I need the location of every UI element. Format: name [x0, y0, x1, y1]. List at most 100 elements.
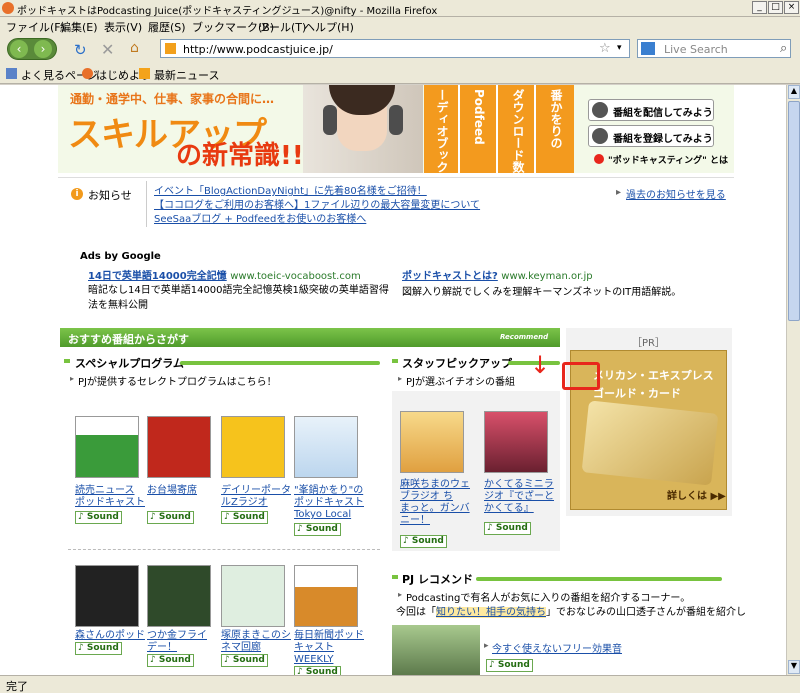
- past-notices-link[interactable]: 過去のお知らせを見る: [626, 186, 726, 201]
- program-link-odaiba[interactable]: お台場寄席: [147, 485, 197, 497]
- notice-link-3[interactable]: SeeSaaブログ + Podfeedをお使いのお客様へ: [154, 210, 366, 225]
- menu-file[interactable]: ファイル(F): [6, 19, 65, 35]
- home-icon[interactable]: ⌂: [130, 40, 139, 56]
- search-engine-icon[interactable]: [641, 42, 655, 55]
- sound-button-tokyo-local[interactable]: ♪ Sound: [294, 523, 341, 536]
- program-thumb-mainichi[interactable]: [294, 565, 358, 627]
- bookmark-star-icon[interactable]: ☆: [599, 41, 611, 56]
- pjrec-line: [476, 577, 722, 581]
- staff-sub-icon: ▸: [398, 374, 403, 383]
- program-thumb-cinema[interactable]: [221, 565, 285, 627]
- program-thumb-tokyo-local[interactable]: [294, 416, 358, 478]
- recommend-badge: Recommend: [500, 333, 549, 341]
- pr-more-link[interactable]: 詳しくは ▶▶: [667, 487, 726, 502]
- program-link-tokyo-local[interactable]: "峯鍋かをり"の ポッドキャスト Tokyo Local: [294, 485, 364, 521]
- ad-1-title[interactable]: 14日で英単語14000完全記憶: [88, 271, 227, 282]
- back-button[interactable]: ‹: [10, 40, 28, 58]
- bookmark-folder-icon: [6, 68, 17, 79]
- ad-2-url[interactable]: www.keyman.or.jp: [501, 271, 592, 282]
- pjrec-highlight-link[interactable]: 知りたい！相手の気持ち: [436, 607, 546, 618]
- stop-icon[interactable]: ✕: [101, 40, 114, 59]
- program-thumb-tsukakin[interactable]: [147, 565, 211, 627]
- back-forward-group: ‹ ›: [7, 38, 57, 60]
- program-link-yomiuri[interactable]: 読売ニュース ポッドキャスト: [75, 485, 145, 509]
- category-audiobook[interactable]: ーディオブック: [434, 89, 451, 173]
- sound-button-odaiba[interactable]: ♪ Sound: [147, 511, 194, 524]
- sound-button-mori[interactable]: ♪ Sound: [75, 642, 122, 655]
- sound-button-daily-portal[interactable]: ♪ Sound: [221, 511, 268, 524]
- sound-button-cinema[interactable]: ♪ Sound: [221, 654, 268, 667]
- info-icon: i: [71, 188, 83, 200]
- close-button[interactable]: ×: [784, 1, 799, 14]
- search-icon[interactable]: ⌕: [780, 41, 787, 56]
- pjrec-item-link[interactable]: 今すぐ使えないフリー効果音: [492, 640, 622, 655]
- category-podfeed[interactable]: Podfeed: [472, 89, 486, 145]
- vertical-scrollbar[interactable]: ▲ ▼: [786, 85, 800, 675]
- pjrec-bullet: [392, 575, 398, 579]
- bookmarks-toolbar: よく見るページ はじめよう 最新ニュース: [0, 64, 800, 84]
- scroll-down-button[interactable]: ▼: [788, 660, 800, 674]
- program-link-tsukakin[interactable]: つか金フライ デー！: [147, 630, 207, 654]
- program-thumb-mori[interactable]: [75, 565, 139, 627]
- pr-label: ［PR］: [632, 338, 665, 349]
- program-thumb-daily-portal[interactable]: [221, 416, 285, 478]
- staff-thumb-cocktail[interactable]: [484, 411, 548, 473]
- sound-button-cocktail[interactable]: ♪ Sound: [484, 522, 531, 535]
- ad-2[interactable]: ポッドキャストとは? www.keyman.or.jp: [402, 267, 593, 282]
- staff-link-cocktail[interactable]: かくてるミニラ ジオ『でざーと かくてる』: [484, 479, 554, 515]
- category-kawori[interactable]: 番かをりの: [548, 89, 565, 149]
- sound-button-yomiuri[interactable]: ♪ Sound: [75, 511, 122, 524]
- program-thumb-odaiba[interactable]: [147, 416, 211, 478]
- register-button[interactable]: 番組を登録してみよう: [588, 125, 714, 147]
- program-link-daily-portal[interactable]: デイリーポータ ルZラジオ: [221, 485, 291, 509]
- ad-1[interactable]: 14日で英単語14000完全記憶 www.toeic-vocaboost.com: [88, 267, 361, 282]
- pjrec-item-icon: ▸: [484, 641, 489, 651]
- publish-button[interactable]: 番組を配信してみよう: [588, 99, 714, 121]
- special-divider: [68, 549, 380, 550]
- browser-content: 通勤・通学中、仕事、家事の合間に… スキルアップ の新常識!! ーディオブック …: [0, 85, 786, 675]
- scroll-thumb[interactable]: [788, 101, 800, 321]
- menu-edit[interactable]: 編集(E): [60, 19, 98, 35]
- pjrec-desc-2: 今回は「知りたい！相手の気持ち」でおなじみの山口透子さんが番組を紹介し: [396, 607, 746, 618]
- firefox-icon: [2, 2, 14, 14]
- minimize-button[interactable]: _: [752, 1, 767, 14]
- notice-label: お知らせ: [88, 189, 132, 202]
- staff-thumb-chima[interactable]: [400, 411, 464, 473]
- pjrec-thumb[interactable]: [392, 625, 480, 675]
- program-thumb-yomiuri[interactable]: [75, 416, 139, 478]
- notice-link-2[interactable]: 【ココログをご利用のお客様へ】1ファイル辺りの最大容量変更について: [154, 196, 480, 211]
- podcasting-about-link[interactable]: "ポッドキャスティング" とは: [608, 153, 728, 166]
- banner-category-columns[interactable]: ーディオブック Podfeed ダウンロード数 番かをりの: [424, 85, 574, 173]
- program-link-cinema[interactable]: 塚原まきこのシ ネマ回廊: [221, 630, 291, 654]
- scroll-up-button[interactable]: ▲: [788, 85, 800, 99]
- program-link-mainichi[interactable]: 毎日新聞ポッド キャスト WEEKLY: [294, 630, 364, 666]
- window-title: ポッドキャストはPodcasting Juice(ポッドキャスティングジュース)…: [17, 6, 438, 17]
- url-dropdown-icon[interactable]: ▾: [617, 43, 622, 53]
- menu-tools[interactable]: ツール(T): [258, 19, 306, 35]
- sound-button-tsukakin[interactable]: ♪ Sound: [147, 654, 194, 667]
- recommend-title: おすすめ番組からさがす: [68, 333, 189, 346]
- maximize-button[interactable]: □: [768, 1, 783, 14]
- reload-icon[interactable]: ↻: [74, 41, 87, 59]
- ad-1-url[interactable]: www.toeic-vocaboost.com: [230, 271, 361, 282]
- register-icon: [592, 128, 608, 144]
- status-text: 完了: [6, 680, 28, 693]
- special-bullet: [64, 359, 70, 363]
- staff-link-chima[interactable]: 麻咲ちまのウェ ブラジオ ちまっと。ガンバ ニー！: [400, 479, 470, 527]
- pr-card-text-2: ゴールド・カード: [593, 387, 681, 400]
- menu-history[interactable]: 履歴(S): [148, 19, 186, 35]
- sound-button-mainichi[interactable]: ♪ Sound: [294, 666, 341, 675]
- search-bar[interactable]: Live Search: [637, 39, 791, 58]
- forward-button[interactable]: ›: [34, 40, 52, 58]
- menu-view[interactable]: 表示(V): [104, 19, 142, 35]
- address-bar[interactable]: http://www.podcastjuice.jp/ ☆ ▾: [160, 39, 630, 58]
- menu-help[interactable]: ヘルプ(H): [304, 19, 354, 35]
- notice-link-1[interactable]: イベント「BlogActionDayNight」に先着80名様をご招待！: [154, 182, 427, 197]
- sound-button-chima[interactable]: ♪ Sound: [400, 535, 447, 548]
- ad-2-title[interactable]: ポッドキャストとは?: [402, 271, 498, 282]
- sound-button-pjrec[interactable]: ♪ Sound: [486, 659, 533, 672]
- pjrec-desc: Podcastingで有名人がお気に入りの番組を紹介するコーナー。: [406, 593, 691, 604]
- bookmark-latest-news[interactable]: 最新ニュース: [154, 67, 219, 83]
- program-link-mori[interactable]: 森さんのポッド: [75, 630, 145, 642]
- category-download-ranking[interactable]: ダウンロード数: [510, 89, 527, 173]
